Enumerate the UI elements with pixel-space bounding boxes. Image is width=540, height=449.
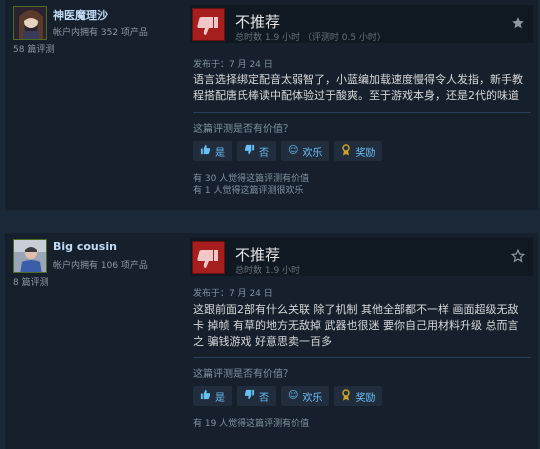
review-card: Big cousin 帐户内拥有 106 项产品 8 篇评测 不推荐 总时数 1… — [5, 233, 538, 449]
divider — [193, 112, 531, 113]
verdict-label: 不推荐 — [235, 246, 281, 264]
thumbs-down-icon — [244, 144, 255, 158]
playtime-hours: 总时数 1.9 小时 （评测时 0.5 小时） — [235, 33, 386, 43]
funny-count-text: 有 1 人觉得这篇评测很欢乐 — [193, 186, 304, 196]
vote-yes-button[interactable]: 是 — [193, 141, 232, 161]
helpful-count-text: 有 19 人觉得这篇评测有价值 — [193, 419, 310, 429]
avatar[interactable] — [13, 6, 47, 40]
playtime-hours: 总时数 1.9 小时 — [235, 266, 301, 276]
thumbs-down-icon — [192, 241, 225, 274]
award-icon — [341, 143, 351, 159]
smiley-icon: ☺ — [288, 390, 299, 401]
award-label: 奖励 — [355, 392, 376, 404]
star-icon[interactable] — [510, 248, 526, 266]
vote-yes-label: 是 — [215, 147, 225, 159]
review-body: 这跟前面2部有什么关联 除了机制 其他全部都不一样 画面超级无敌 卡 掉帧 有草… — [193, 303, 519, 348]
review-body: 语言选择绑定配音太弱智了，小蓝编加载速度慢得令人发指，新手教 程搭配唐氏棒读中配… — [193, 73, 523, 102]
award-icon — [341, 388, 351, 404]
vote-buttons: 是 否 ☺ 欢乐 奖励 — [193, 141, 383, 161]
vote-funny-button[interactable]: ☺ 欢乐 — [281, 386, 330, 406]
review-verdict-header: 不推荐 总时数 1.9 小时 （评测时 0.5 小时） — [190, 5, 533, 43]
divider — [193, 357, 531, 358]
vote-no-button[interactable]: 否 — [237, 141, 276, 161]
thumbs-down-icon — [244, 389, 255, 403]
vote-no-label: 否 — [259, 392, 269, 404]
author-review-count[interactable]: 8 篇评测 — [13, 275, 49, 288]
vote-yes-button[interactable]: 是 — [193, 386, 232, 406]
vote-no-button[interactable]: 否 — [237, 386, 276, 406]
avatar[interactable] — [13, 239, 47, 273]
thumbs-down-icon — [192, 8, 225, 41]
vote-yes-label: 是 — [215, 392, 225, 404]
star-icon[interactable] — [511, 16, 525, 33]
author-review-count[interactable]: 58 篇评测 — [13, 42, 54, 55]
author-name[interactable]: Big cousin — [53, 240, 117, 253]
review-card: 神医魔理沙 帐户内拥有 352 项产品 58 篇评测 不推荐 总时数 1.9 小… — [5, 0, 538, 210]
author-products-count: 帐户内拥有 352 项产品 — [53, 28, 148, 38]
vote-funny-label: 欢乐 — [302, 392, 323, 404]
thumbs-up-icon — [200, 144, 211, 158]
author-products-count: 帐户内拥有 106 项产品 — [53, 261, 148, 271]
vote-no-label: 否 — [259, 147, 269, 159]
verdict-label: 不推荐 — [235, 13, 281, 31]
helpful-question: 这篇评测是否有价值？ — [193, 124, 293, 135]
posted-date: 发布于：7 月 24 日 — [193, 289, 273, 299]
review-stats: 有 19 人觉得这篇评测有价值 — [193, 418, 309, 430]
smiley-icon: ☺ — [288, 145, 299, 156]
vote-buttons: 是 否 ☺ 欢乐 奖励 — [193, 386, 383, 406]
posted-date: 发布于：7 月 24 日 — [193, 60, 273, 70]
vote-funny-button[interactable]: ☺ 欢乐 — [281, 141, 330, 161]
helpful-question: 这篇评测是否有价值？ — [193, 369, 293, 380]
author-name[interactable]: 神医魔理沙 — [53, 7, 108, 23]
review-verdict-header: 不推荐 总时数 1.9 小时 — [190, 238, 533, 276]
thumbs-up-icon — [200, 389, 211, 403]
award-button[interactable]: 奖励 — [334, 141, 383, 161]
review-stats: 有 30 人觉得这篇评测有价值 有 1 人觉得这篇评测很欢乐 — [193, 173, 309, 197]
helpful-count-text: 有 30 人觉得这篇评测有价值 — [193, 174, 310, 184]
award-button[interactable]: 奖励 — [334, 386, 383, 406]
vote-funny-label: 欢乐 — [302, 147, 323, 159]
award-label: 奖励 — [355, 147, 376, 159]
